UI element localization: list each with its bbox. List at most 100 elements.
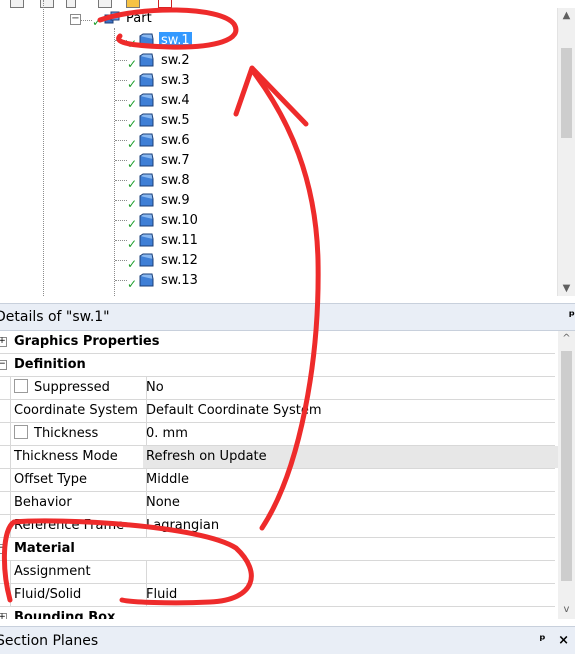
prop-value[interactable]: 0. mm bbox=[143, 423, 558, 445]
green-check-icon: ✓ bbox=[127, 77, 138, 91]
tree-label-part: Part bbox=[126, 10, 152, 26]
tree-connector bbox=[115, 120, 127, 121]
prop-value[interactable]: Fluid bbox=[143, 584, 558, 606]
green-check-icon: ✓ bbox=[127, 97, 138, 111]
tree-connector bbox=[115, 280, 127, 281]
expand-plus-icon[interactable]: + bbox=[0, 613, 7, 619]
pin-close-icons[interactable]: ᵖ × bbox=[539, 633, 573, 648]
row-fluid-solid[interactable]: Fluid/Solid Fluid bbox=[0, 584, 555, 607]
tree-row-part[interactable]: ✓ Part bbox=[92, 8, 154, 29]
tree-item[interactable]: ✓ sw.10 bbox=[127, 210, 200, 231]
prop-value[interactable]: No bbox=[143, 377, 558, 399]
green-check-icon: ✓ bbox=[127, 177, 138, 191]
green-check-icon: ✓ bbox=[127, 157, 138, 171]
tree-item[interactable]: ✓ sw.8 bbox=[127, 170, 192, 191]
tree-item[interactable]: ✓ sw.1 bbox=[127, 30, 192, 50]
surface-body-icon bbox=[139, 93, 154, 107]
details-scrollbar[interactable]: ^ v bbox=[558, 331, 575, 619]
group-label: Material bbox=[14, 541, 75, 556]
prop-value[interactable]: Lagrangian bbox=[143, 515, 558, 537]
tree-item-label: sw.2 bbox=[161, 52, 190, 68]
tree-item[interactable]: ✓ sw.3 bbox=[127, 70, 192, 91]
prop-name: Coordinate System bbox=[10, 400, 147, 422]
tree-item-label: sw.1 bbox=[159, 31, 192, 49]
tree-scrollbar[interactable]: ▲ ▼ bbox=[557, 8, 575, 296]
tree-item[interactable]: ✓ sw.4 bbox=[127, 90, 192, 111]
checkbox[interactable] bbox=[14, 425, 28, 439]
green-check-icon: ✓ bbox=[127, 117, 138, 131]
green-check-icon: ✓ bbox=[127, 237, 138, 251]
tree-item[interactable]: ✓ sw.11 bbox=[127, 230, 200, 251]
row-offset-type[interactable]: Offset Type Middle bbox=[0, 469, 555, 492]
tree-item[interactable]: ✓ sw.12 bbox=[127, 250, 200, 271]
collapse-minus-icon[interactable]: − bbox=[0, 360, 7, 370]
tree-scroll-thumb[interactable] bbox=[561, 48, 572, 138]
group-material[interactable]: − Material bbox=[0, 538, 555, 561]
surface-body-icon bbox=[139, 233, 154, 247]
toolbar-button-3[interactable] bbox=[66, 0, 76, 8]
group-graphics-properties[interactable]: + Graphics Properties bbox=[0, 331, 555, 354]
tree-connector bbox=[115, 240, 127, 241]
row-assignment[interactable]: Assignment bbox=[0, 561, 555, 584]
details-header: Details of "sw.1" ᵖ bbox=[0, 303, 575, 331]
details-scroll-thumb[interactable] bbox=[561, 351, 572, 581]
pin-icon[interactable]: ᵖ bbox=[569, 309, 575, 324]
prop-name: Fluid/Solid bbox=[10, 584, 147, 606]
tree-item[interactable]: ✓ sw.13 bbox=[127, 270, 200, 291]
section-planes-title: Section Planes bbox=[0, 633, 99, 649]
toolbar-button-4[interactable] bbox=[98, 0, 112, 8]
toolbar-folder-icon[interactable] bbox=[126, 0, 140, 8]
scroll-down-icon[interactable]: v bbox=[558, 604, 575, 615]
prop-value[interactable]: None bbox=[143, 492, 558, 514]
row-suppressed[interactable]: Suppressed No bbox=[0, 377, 555, 400]
prop-value[interactable]: Middle bbox=[143, 469, 558, 491]
group-bounding-box[interactable]: + Bounding Box bbox=[0, 607, 555, 619]
tree-connector bbox=[115, 220, 127, 221]
checkbox[interactable] bbox=[14, 379, 28, 393]
surface-body-icon bbox=[139, 53, 154, 67]
tree-item[interactable]: ✓ sw.7 bbox=[127, 150, 192, 171]
tree-item-label: sw.5 bbox=[161, 112, 190, 128]
scroll-up-icon[interactable]: ▲ bbox=[558, 10, 575, 21]
outline-tree: − ✓ Part ✓ sw.1 ✓ sw.2 ✓ sw.3 ✓ sw.4 ✓ sw.5 ✓ sw.6 ✓… bbox=[0, 0, 575, 296]
tree-item[interactable]: ✓ sw.5 bbox=[127, 110, 192, 131]
row-thickness-mode[interactable]: Thickness Mode Refresh on Update bbox=[0, 446, 558, 469]
tree-connector bbox=[115, 160, 127, 161]
surface-body-icon bbox=[139, 253, 154, 267]
expand-plus-icon[interactable]: + bbox=[0, 337, 7, 347]
prop-value[interactable]: Default Coordinate System bbox=[143, 400, 558, 422]
tree-toolbar bbox=[0, 0, 200, 8]
tree-connector bbox=[115, 140, 127, 141]
tree-connector bbox=[115, 60, 127, 61]
group-definition[interactable]: − Definition bbox=[0, 354, 555, 377]
scroll-down-icon[interactable]: ▼ bbox=[558, 283, 575, 294]
prop-name: Reference Frame bbox=[10, 515, 147, 537]
tree-item-label: sw.10 bbox=[161, 212, 198, 228]
tree-item-label: sw.8 bbox=[161, 172, 190, 188]
tree-item-label: sw.3 bbox=[161, 72, 190, 88]
collapse-minus-icon[interactable]: − bbox=[0, 544, 7, 554]
scroll-up-icon[interactable]: ^ bbox=[558, 333, 575, 344]
toolbar-sort-icon[interactable] bbox=[158, 0, 172, 8]
green-check-icon: ✓ bbox=[127, 137, 138, 151]
row-thickness[interactable]: Thickness 0. mm bbox=[0, 423, 555, 446]
tree-item-label: sw.9 bbox=[161, 192, 190, 208]
row-behavior[interactable]: Behavior None bbox=[0, 492, 555, 515]
tree-item[interactable]: ✓ sw.2 bbox=[127, 50, 192, 71]
prop-value[interactable]: Refresh on Update bbox=[143, 446, 558, 468]
row-coordinate-system[interactable]: Coordinate System Default Coordinate Sys… bbox=[0, 400, 555, 423]
row-reference-frame[interactable]: Reference Frame Lagrangian bbox=[0, 515, 555, 538]
surface-body-icon bbox=[139, 133, 154, 147]
tree-item[interactable]: ✓ sw.6 bbox=[127, 130, 192, 151]
group-label: Definition bbox=[14, 357, 86, 372]
part-cubes-icon bbox=[104, 11, 120, 24]
tree-item[interactable]: ✓ sw.9 bbox=[127, 190, 192, 211]
surface-body-icon bbox=[139, 213, 154, 227]
toolbar-button-1[interactable] bbox=[10, 0, 24, 8]
tree-item-label: sw.13 bbox=[161, 272, 198, 288]
group-label: Graphics Properties bbox=[14, 334, 160, 349]
prop-value[interactable] bbox=[143, 561, 558, 583]
section-planes-body bbox=[0, 654, 575, 659]
surface-body-icon bbox=[139, 273, 154, 287]
collapse-part-expander[interactable]: − bbox=[70, 14, 81, 25]
